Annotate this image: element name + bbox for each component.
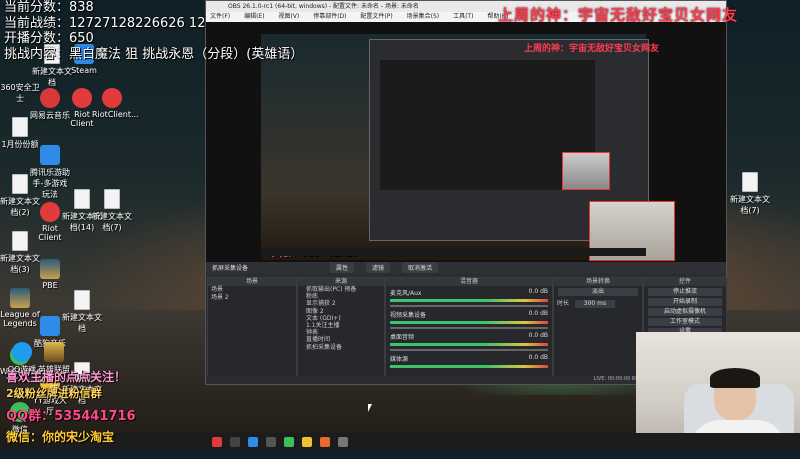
pbe-icon	[40, 259, 60, 279]
start-recording-button[interactable]: 开始录制	[648, 298, 722, 306]
volume-slider[interactable]	[390, 327, 548, 329]
source-item[interactable]: 显示捕获 2	[298, 300, 384, 307]
volume-slider[interactable]	[390, 305, 548, 307]
preview-red-title: 上周的神：宇宙无敌好宝贝女网友	[524, 44, 660, 54]
doc-icon	[742, 172, 758, 192]
desktop-icon-column-4: RiotClient... 新建文本文档(7)	[92, 88, 139, 246]
mixer-db-value: 0.0 dB	[528, 310, 548, 317]
mixer-channel-name: 麦克风/Aux	[390, 290, 422, 297]
source-toolbar: 抓屏采集设备 属性 滤镜 取消激活	[206, 262, 726, 273]
filters-button[interactable]: 滤镜	[366, 262, 391, 273]
qq-group-line: QQ群：535441716	[6, 409, 136, 424]
mixer-row: 媒体源 0.0 dB	[386, 352, 552, 374]
mixer-row: 麦克风/Aux 0.0 dB	[386, 286, 552, 308]
mixer-header: 混音器	[386, 278, 552, 286]
preview-taskbar	[261, 248, 646, 256]
fan-group-line: 2级粉丝牌进粉信群	[6, 387, 102, 400]
transition-type-select[interactable]: 淡出	[558, 288, 638, 296]
doc-icon	[104, 189, 120, 209]
controls-header: 控件	[644, 278, 726, 286]
mixer-row: 视频采集设备 0.0 dB	[386, 308, 552, 330]
taskbar-app-icon[interactable]	[320, 436, 330, 447]
follow-line: 喜欢主播的点点关注！	[6, 370, 127, 384]
mixer-db-value: 0.0 dB	[528, 332, 548, 339]
duration-label: 时长	[557, 300, 570, 307]
lol-icon	[44, 342, 64, 362]
menu-profile[interactable]: 配置文件(P)	[360, 13, 392, 20]
mixer-db-value: 0.0 dB	[528, 288, 548, 295]
mixer-channel-name: 桌面音频	[390, 334, 415, 341]
scene-item[interactable]: 场景	[208, 286, 296, 294]
preview-nested-webcam	[562, 152, 610, 190]
properties-button[interactable]: 属性	[330, 262, 355, 273]
transitions-header: 场景转换	[554, 278, 642, 286]
duration-input[interactable]: 300 ms	[574, 300, 615, 308]
virtual-camera-button[interactable]: 启动虚拟摄像机	[648, 308, 722, 316]
volume-meter	[390, 299, 548, 302]
menu-docks[interactable]: 停靠部件(D)	[313, 13, 346, 20]
taskbar-riot-icon[interactable]	[212, 436, 222, 447]
current-record: 当前战绩：12727128226626 12	[4, 15, 206, 31]
menu-scene-collection[interactable]: 场景集合(S)	[407, 13, 440, 20]
taskbar-obs-icon[interactable]	[338, 436, 348, 447]
qq-icon	[12, 342, 32, 362]
doc-icon	[12, 231, 28, 251]
riot-icon	[102, 88, 122, 108]
transition-duration: 时长 300 ms	[554, 298, 642, 310]
sources-header: 来源	[298, 278, 384, 286]
source-item[interactable]: 图像 2	[298, 308, 384, 315]
desktop-icon-doc[interactable]: 新建文本文档	[62, 290, 102, 334]
current-score: 当前分数：838	[4, 0, 94, 15]
tencent-icon	[40, 145, 60, 165]
taskbar-app-icon[interactable]	[230, 436, 240, 447]
360-icon	[10, 60, 30, 80]
doc-icon	[12, 174, 28, 194]
volume-meter	[390, 321, 548, 324]
follow-banner: 喜欢主播的点点关注！ 2级粉丝牌进粉信群 QQ群：535441716 微信：你的…	[6, 368, 176, 445]
sources-panel: 来源 抓取输出(PC) 预备 粉练 显示捕获 2 图像 2 文本 (GDI+) …	[297, 277, 385, 379]
riot-icon	[40, 202, 60, 222]
kugou-icon	[40, 316, 60, 336]
volume-meter	[390, 343, 548, 346]
scenes-panel: 场景 场景 场景 2	[207, 277, 297, 379]
weekly-top-fan-title: 上周的神：宇宙无敌好宝贝女网友	[498, 6, 739, 24]
studio-mode-button[interactable]: 工作室模式	[648, 318, 722, 326]
menu-tools[interactable]: 工具(T)	[453, 13, 473, 20]
source-item[interactable]: 文本 (GDI+)	[298, 315, 384, 322]
challenge-text: 挑战内容：黑白魔法 狙 挑战永恩（分段）(英雄语）	[4, 46, 304, 62]
transitions-panel: 场景转换 淡出 时长 300 ms	[553, 277, 643, 379]
desktop-icon-column-right: 新建文本文档(7)	[730, 172, 770, 229]
taskbar-edge-icon[interactable]	[248, 436, 258, 447]
wechat-line: 微信：你的宋少淘宝	[6, 430, 115, 444]
lol-icon	[10, 288, 30, 308]
mixer-row: 桌面音频 0.0 dB	[386, 330, 552, 352]
scene-item[interactable]: 场景 2	[208, 294, 296, 302]
mixer-db-value: 0.0 dB	[528, 354, 548, 361]
taskbar-app-icon[interactable]	[266, 436, 276, 447]
doc-icon	[12, 117, 28, 137]
doc-icon	[74, 189, 90, 209]
mixer-channel-name: 视频采集设备	[390, 312, 427, 319]
streamer-hair	[710, 368, 760, 388]
stop-streaming-button[interactable]: 停止推流	[648, 288, 722, 296]
taskbar-folder-icon[interactable]	[302, 436, 312, 447]
mouse-cursor-icon	[368, 404, 372, 412]
source-item[interactable]: 抓拍采集设备	[298, 344, 384, 351]
deactivate-button[interactable]: 取消激活	[402, 262, 439, 273]
stream-overlay-stats: 当前分数：838 当前战绩：12727128226626 12 开播分数：650…	[4, 0, 303, 62]
taskbar-wechat-icon[interactable]	[284, 436, 294, 447]
desktop-icon-doc[interactable]: 新建文本文档(7)	[92, 189, 132, 233]
scenes-header: 场景	[208, 278, 296, 286]
source-item[interactable]: 直播时间	[298, 336, 384, 343]
volume-meter	[390, 365, 548, 368]
desktop-icon-doc[interactable]: 新建文本文档(7)	[730, 172, 770, 216]
start-score: 开播分数：650	[4, 31, 94, 46]
audio-mixer-panel: 混音器 麦克风/Aux 0.0 dB 视频采集设备 0.0 dB 桌面音频 0.…	[385, 277, 553, 379]
mixer-channel-name: 媒体源	[390, 356, 409, 363]
selected-source-label: 抓屏采集设备	[212, 265, 249, 272]
doc-icon	[74, 290, 90, 310]
volume-slider[interactable]	[390, 349, 548, 351]
